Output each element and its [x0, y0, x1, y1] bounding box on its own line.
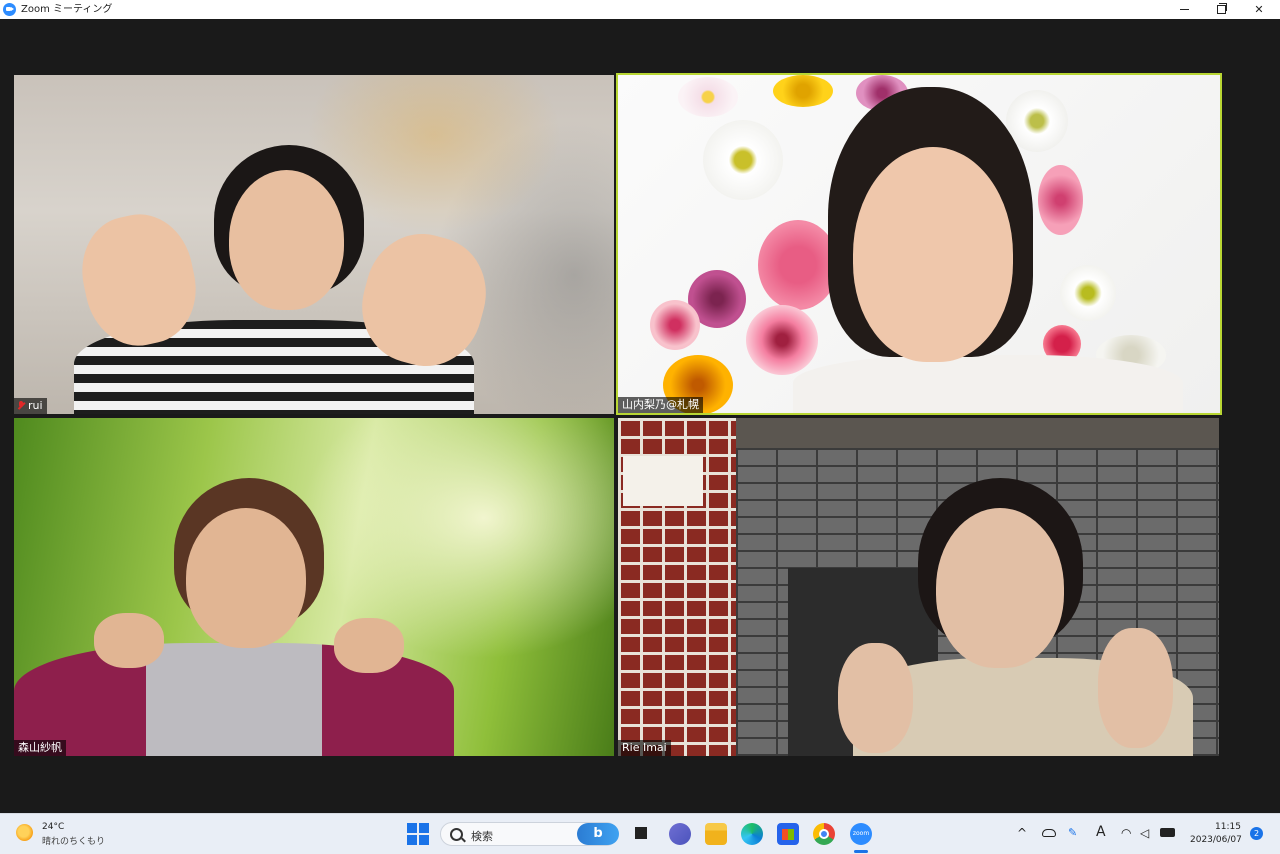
task-view-icon[interactable]	[633, 823, 655, 845]
video-tile-rui[interactable]: rui	[14, 75, 614, 414]
edge-icon[interactable]	[741, 823, 763, 845]
teams-icon[interactable]	[669, 823, 691, 845]
participant-name: rui	[28, 399, 43, 412]
participant-name-tag: 山内梨乃@札幌	[618, 397, 703, 413]
maximize-icon	[1216, 3, 1227, 14]
bing-icon[interactable]: b	[577, 823, 619, 845]
minimize-icon	[1179, 9, 1189, 10]
participant-name: 山内梨乃@札幌	[622, 398, 699, 411]
close-button[interactable]: ✕	[1241, 0, 1277, 19]
zoom-app-icon	[3, 3, 16, 16]
maximize-button[interactable]	[1203, 0, 1239, 19]
video-tile-active-speaker[interactable]: 山内梨乃@札幌	[616, 73, 1222, 415]
wifi-icon[interactable]: ◠	[1121, 826, 1131, 840]
title-bar: Zoom ミーティング ✕	[0, 0, 1280, 19]
participant-name-tag: Rie Imai	[618, 740, 671, 756]
video-tile-rie-imai[interactable]: Rie Imai	[618, 418, 1219, 756]
sun-cloud-icon[interactable]	[16, 824, 33, 841]
participant-name: 森山紗帆	[18, 741, 62, 754]
onedrive-icon[interactable]	[1042, 829, 1056, 837]
file-explorer-icon[interactable]	[705, 823, 727, 845]
window-title: Zoom ミーティング	[21, 4, 113, 15]
minimize-button[interactable]	[1166, 0, 1202, 19]
participant-name-tag: 森山紗帆	[14, 740, 66, 756]
clock-date[interactable]: 2023/06/07	[1190, 835, 1242, 845]
clock-time[interactable]: 11:15	[1215, 822, 1241, 832]
pen-icon[interactable]: ✎	[1068, 826, 1077, 839]
participant-name: Rie Imai	[622, 741, 667, 754]
participant-name-tag: rui	[14, 398, 47, 414]
speaker-icon[interactable]: ◁	[1140, 826, 1149, 840]
chevron-up-icon[interactable]: ^	[1017, 826, 1027, 840]
notification-badge[interactable]: 2	[1250, 827, 1263, 840]
store-icon[interactable]	[777, 823, 799, 845]
zoom-icon[interactable]: zoom	[850, 823, 872, 845]
start-icon[interactable]	[407, 823, 429, 845]
search-placeholder: 検索	[471, 830, 493, 843]
muted-mic-icon	[18, 401, 25, 410]
weather-description[interactable]: 晴れのちくもり	[42, 834, 105, 847]
weather-temperature[interactable]: 24°C	[42, 822, 64, 832]
search-icon	[450, 828, 463, 841]
taskbar: 24°C 晴れのちくもり 検索 b zoom ^ ✎ A ◠ ◁ 11:15 2…	[0, 813, 1280, 854]
ime-icon[interactable]: A	[1096, 824, 1106, 840]
battery-icon[interactable]	[1160, 828, 1175, 837]
video-tile-participant-3[interactable]: 森山紗帆	[14, 418, 614, 756]
chrome-icon[interactable]	[813, 823, 835, 845]
